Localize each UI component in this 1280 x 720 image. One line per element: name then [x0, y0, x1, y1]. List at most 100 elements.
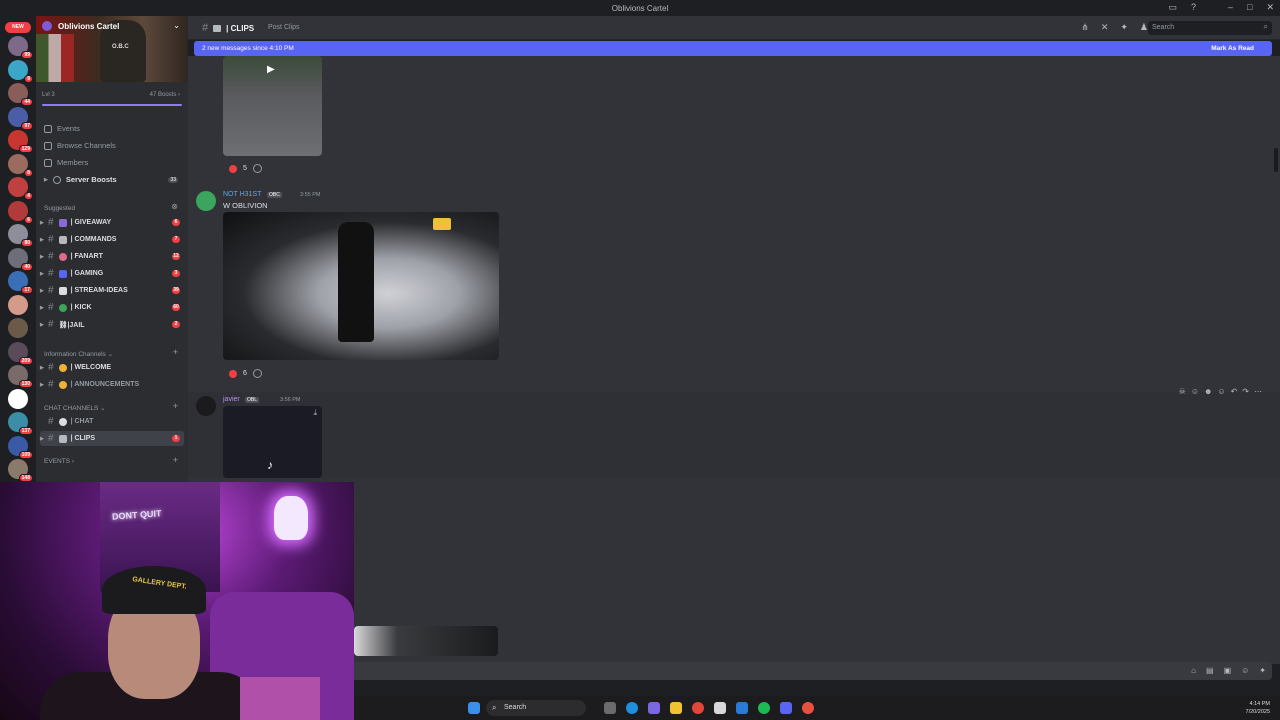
server-icon[interactable] [8, 294, 28, 315]
channel-giveaway[interactable]: ▶ # | GIVEAWAY 6 [40, 215, 184, 230]
channel-clips[interactable]: ▶ # | CLIPS 1 [40, 431, 184, 446]
skull-reaction-icon[interactable]: ☠ [1179, 387, 1186, 396]
discord-icon[interactable] [780, 702, 792, 714]
file-explorer-icon[interactable] [670, 702, 682, 714]
edge-icon[interactable] [626, 702, 638, 714]
channel-kick[interactable]: ▶ # | KICK 60 [40, 300, 184, 315]
server-icon[interactable]: 148 [8, 459, 33, 482]
server-icon[interactable]: 4 [8, 177, 33, 200]
server-icon[interactable]: 40 [8, 247, 33, 271]
add-channel-icon[interactable]: + [173, 455, 178, 465]
video-clip-thumbnail[interactable]: ♪ ⤓ [223, 406, 322, 478]
server-icon[interactable]: 209 [8, 341, 33, 365]
message-author[interactable]: NOT H31ST [223, 191, 261, 198]
windows-start-icon[interactable] [468, 702, 480, 714]
threads-icon[interactable]: ⋔ [1081, 22, 1089, 33]
minimize-icon[interactable]: – [1228, 2, 1233, 13]
sticker-icon[interactable]: ▣ [1224, 666, 1232, 675]
taskbar-search[interactable]: ⌕ Search [486, 700, 586, 716]
message-author[interactable]: javier [223, 396, 240, 403]
calendar-app-icon[interactable] [714, 702, 726, 714]
outlook-icon[interactable] [736, 702, 748, 714]
emoji-icon[interactable]: ☺ [1241, 666, 1249, 675]
laugh-reaction-icon[interactable]: ☻ [1204, 387, 1212, 396]
add-channel-icon[interactable]: + [173, 347, 178, 357]
category-events[interactable]: EVENTS › [44, 458, 74, 465]
channel-welcome[interactable]: ▶ # | WELCOME [40, 360, 184, 375]
nav-server-boosts[interactable]: ▶ Server Boosts [44, 175, 117, 184]
chevron-down-icon[interactable]: ⌄ [173, 21, 180, 30]
new-messages-bar[interactable]: 2 new messages since 4:10 PM Mark As Rea… [194, 41, 1272, 56]
video-clip-thumbnail[interactable] [223, 212, 499, 360]
chrome-icon[interactable] [692, 702, 704, 714]
forward-icon[interactable]: ↷ [1242, 387, 1249, 396]
server-icon[interactable]: 137 [8, 412, 33, 435]
channel-commands[interactable]: ▶ # | COMMANDS 7 [40, 232, 184, 247]
nav-members[interactable]: Members [44, 158, 88, 167]
play-icon[interactable]: ▶ [267, 64, 275, 75]
avatar[interactable] [196, 396, 216, 416]
category-chat-channels[interactable]: CHAT CHANNELS ⌄ [44, 404, 106, 412]
member-list-icon[interactable]: ♟ [1140, 22, 1148, 33]
channel-announcements[interactable]: ▶ # | ANNOUNCEMENTS [40, 377, 184, 392]
notification-bell-icon[interactable]: ✕ [1101, 22, 1109, 33]
more-options-icon[interactable]: ⋯ [1254, 387, 1262, 396]
new-badge[interactable]: NEW [5, 22, 31, 33]
emoji-reaction-icon[interactable]: ☺ [1191, 387, 1199, 396]
add-reaction-icon[interactable]: ☺ [1217, 387, 1225, 396]
server-icon[interactable]: 44 [8, 83, 33, 106]
category-information[interactable]: Information Channels ⌄ [44, 350, 113, 358]
system-clock[interactable]: 4:14 PM 7/20/2025 [1246, 700, 1270, 716]
server-icon[interactable]: 109 [8, 435, 33, 459]
maximize-icon[interactable]: □ [1247, 2, 1252, 13]
obs-icon[interactable] [802, 702, 814, 714]
server-icon[interactable]: 17 [8, 271, 33, 294]
nav-events[interactable]: Events [44, 124, 80, 133]
reaction-count[interactable]: 5 [243, 165, 247, 172]
server-icon[interactable] [8, 388, 28, 409]
channel-stream-ideas[interactable]: ▶ # | STREAM-IDEAS 39 [40, 283, 184, 298]
download-icon[interactable]: ⤓ [313, 408, 317, 418]
gift-icon[interactable]: ⌂ [1191, 666, 1196, 675]
server-name[interactable]: Oblivions Cartel [58, 22, 119, 31]
channel-chat[interactable]: # | CHAT [40, 414, 184, 429]
server-icon[interactable]: 99 [8, 36, 33, 59]
channel-jail[interactable]: ▶ # ⛓|JAIL 2 [40, 317, 184, 332]
channel-fanart[interactable]: ▶ # | FANART 12 [40, 249, 184, 264]
nav-browse-channels[interactable]: Browse Channels [44, 141, 116, 150]
task-view-icon[interactable] [604, 702, 616, 714]
add-channel-icon[interactable]: + [173, 401, 178, 411]
reply-icon[interactable]: ↶ [1231, 387, 1238, 396]
video-clip-thumbnail[interactable]: ▶ [223, 56, 322, 156]
inbox-icon[interactable]: ▭ [1168, 2, 1177, 13]
gif-icon[interactable]: ▤ [1206, 666, 1214, 675]
add-reaction-icon[interactable] [252, 164, 262, 173]
mark-as-read-button[interactable]: Mark As Read [1211, 45, 1254, 52]
reaction-count[interactable]: 6 [243, 370, 247, 377]
server-icon[interactable]: 80 [8, 224, 33, 247]
add-reaction-icon[interactable] [252, 369, 262, 378]
server-icon[interactable]: 8 [8, 153, 33, 177]
pin-icon[interactable]: ✦ [1120, 22, 1128, 33]
copilot-icon[interactable] [648, 702, 660, 714]
boost-count[interactable]: 47 Boosts › [150, 92, 180, 98]
server-icon[interactable] [8, 318, 28, 338]
apps-icon[interactable]: ✦ [1259, 666, 1266, 675]
category-suggested[interactable]: Suggested [44, 205, 75, 212]
search-input[interactable]: Search ⌕ [1148, 21, 1272, 35]
spotify-icon[interactable] [758, 702, 770, 714]
reaction-emoji[interactable] [229, 369, 237, 378]
video-clip-thumbnail[interactable] [354, 626, 498, 656]
server-icon[interactable]: 129 [8, 130, 33, 153]
message-composer[interactable]: ⌂ ▤ ▣ ☺ ✦ [194, 662, 1272, 680]
channel-gaming[interactable]: ▶ # | GAMING 3 [40, 266, 184, 281]
close-icon[interactable]: ✕ [1266, 2, 1274, 13]
server-icon[interactable]: 6 [8, 200, 33, 224]
server-icon[interactable]: 130 [8, 365, 33, 388]
dismiss-icon[interactable]: ⊗ [171, 202, 178, 211]
avatar[interactable] [196, 191, 216, 211]
server-icon[interactable]: 9 [8, 59, 33, 83]
scrollbar[interactable] [1274, 148, 1278, 172]
help-icon[interactable]: ? [1191, 2, 1196, 13]
server-icon[interactable]: 97 [8, 106, 33, 130]
